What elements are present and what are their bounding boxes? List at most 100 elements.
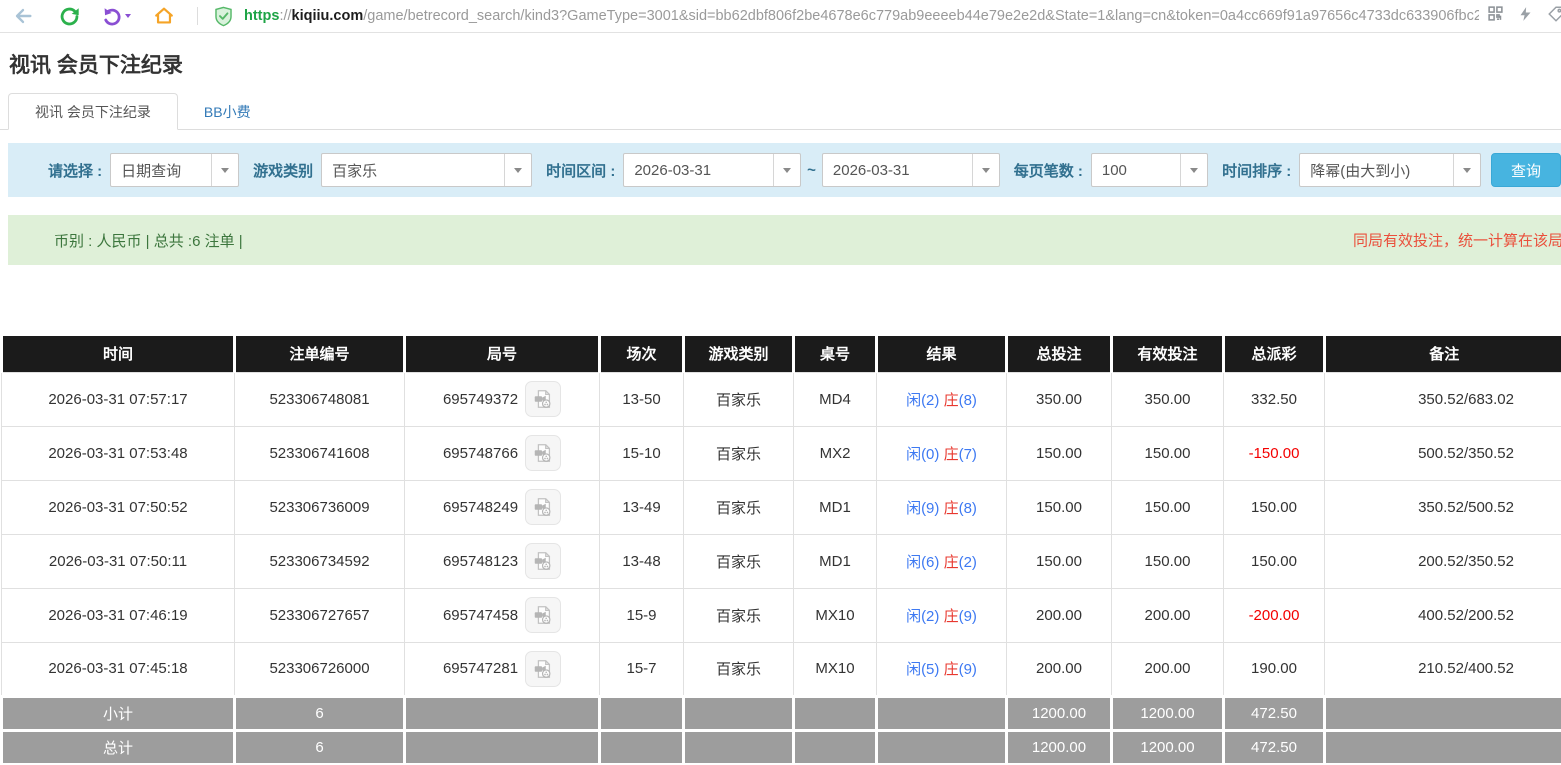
cell-round: 695748766 — [405, 426, 600, 480]
page-size-dropdown[interactable]: 100 — [1091, 153, 1208, 187]
cell-game-type: 百家乐 — [684, 642, 794, 696]
video-replay-button[interactable] — [525, 489, 561, 525]
cell-result: 闲(5) 庄(9) — [877, 642, 1007, 696]
video-replay-button[interactable] — [525, 435, 561, 471]
cell-time: 2026-03-31 07:45:18 — [2, 642, 235, 696]
summary-bar: 币别 : 人民币 | 总共 :6 注单 | 同局有效投注，统一计算在该局第 — [8, 215, 1561, 265]
cell-session: 15-7 — [600, 642, 684, 696]
cell-session: 13-49 — [600, 480, 684, 534]
cell-total-bet[interactable]: 150.00 — [1007, 534, 1112, 588]
result-player: 闲(9) — [906, 500, 939, 517]
video-file-icon — [532, 496, 554, 518]
tab-bb-tip[interactable]: BB小费 — [178, 93, 277, 130]
chevron-down-icon[interactable] — [1453, 154, 1480, 186]
result-banker-count: (7) — [959, 446, 977, 463]
search-button[interactable]: 查询 — [1491, 153, 1561, 187]
column-header: 时间 — [2, 336, 235, 372]
result-player: 闲(2) — [906, 392, 939, 409]
cell-remark: 500.52/350.52 — [1325, 426, 1561, 480]
game-type-dropdown[interactable]: 百家乐 — [321, 153, 532, 187]
page-title: 视讯 会员下注纪录 — [9, 53, 1561, 78]
url-domain: kiqiiu.com — [292, 8, 364, 24]
video-replay-button[interactable] — [525, 651, 561, 687]
cell-table-no: MX10 — [794, 588, 877, 642]
site-security-shield-icon[interactable] — [210, 4, 236, 28]
cell-game-type: 百家乐 — [684, 480, 794, 534]
cell-remark: 400.52/200.52 — [1325, 588, 1561, 642]
result-banker: 庄 — [944, 392, 959, 409]
cell-time: 2026-03-31 07:50:11 — [2, 534, 235, 588]
chevron-down-icon[interactable] — [211, 154, 238, 186]
video-replay-button[interactable] — [525, 543, 561, 579]
column-header: 总派彩 — [1224, 336, 1325, 372]
cell-payout: -150.00 — [1224, 426, 1325, 480]
result-player: 闲(2) — [906, 608, 939, 625]
cell-payout: 150.00 — [1224, 534, 1325, 588]
date-from-picker[interactable]: 2026-03-31 — [623, 153, 801, 187]
refresh-icon[interactable] — [56, 4, 82, 28]
cell-total-bet[interactable]: 200.00 — [1007, 588, 1112, 642]
back-icon[interactable] — [10, 4, 36, 28]
url-path: /game/betrecord_search/kind3?GameType=30… — [363, 8, 1479, 24]
undo-dropdown[interactable] — [102, 6, 131, 27]
tag-icon[interactable] — [1547, 5, 1561, 28]
video-file-icon — [532, 658, 554, 680]
chevron-down-icon[interactable] — [1180, 154, 1207, 186]
cell-total-bet[interactable]: 150.00 — [1007, 426, 1112, 480]
table-body: 2026-03-31 07:57:17 523306748081 6957493… — [2, 372, 1561, 696]
tab-bet-records[interactable]: 视讯 会员下注纪录 — [8, 93, 178, 130]
table-row: 2026-03-31 07:45:18 523306726000 6957472… — [2, 642, 1561, 696]
cell-total-bet[interactable]: 350.00 — [1007, 372, 1112, 426]
video-file-icon — [532, 388, 554, 410]
total-row: 总计 6 1200.00 1200.00 472.50 — [2, 730, 1561, 764]
date-to-value: 2026-03-31 — [823, 154, 972, 186]
chevron-down-icon[interactable] — [773, 154, 800, 186]
cell-remark: 350.52/500.52 — [1325, 480, 1561, 534]
cell-valid-bet: 150.00 — [1112, 426, 1224, 480]
undo-icon — [102, 6, 123, 27]
round-number: 695748123 — [443, 553, 518, 570]
round-number: 695747458 — [443, 607, 518, 624]
currency-summary-text: 币别 : 人民币 | 总共 :6 注单 | — [54, 230, 243, 251]
query-type-dropdown[interactable]: 日期查询 — [110, 153, 239, 187]
cell-round: 695747458 — [405, 588, 600, 642]
cell-valid-bet: 150.00 — [1112, 480, 1224, 534]
cell-game-type: 百家乐 — [684, 426, 794, 480]
result-banker-count: (2) — [959, 554, 977, 571]
cell-valid-bet: 200.00 — [1112, 588, 1224, 642]
table-row: 2026-03-31 07:50:11 523306734592 6957481… — [2, 534, 1561, 588]
filter-bar: 请选择 : 日期查询 游戏类别 百家乐 时间区间 : 2026-03-31 ~ … — [8, 143, 1561, 197]
column-header: 场次 — [600, 336, 684, 372]
address-bar[interactable]: https://kiqiiu.com/game/betrecord_search… — [244, 8, 1479, 24]
cell-bet-id: 523306734592 — [235, 534, 405, 588]
cell-session: 13-50 — [600, 372, 684, 426]
chevron-down-icon[interactable] — [504, 154, 531, 186]
cell-session: 13-48 — [600, 534, 684, 588]
cell-valid-bet: 150.00 — [1112, 534, 1224, 588]
date-range-tilde: ~ — [807, 162, 816, 179]
column-header: 注单编号 — [235, 336, 405, 372]
result-banker-count: (8) — [959, 500, 977, 517]
video-replay-button[interactable] — [525, 381, 561, 417]
sort-order-dropdown[interactable]: 降幂(由大到小) — [1299, 153, 1481, 187]
cell-bet-id: 523306727657 — [235, 588, 405, 642]
cell-total-bet[interactable]: 200.00 — [1007, 642, 1112, 696]
column-header: 总投注 — [1007, 336, 1112, 372]
subtotal-payout: 472.50 — [1224, 696, 1325, 730]
qr-code-icon[interactable] — [1487, 5, 1504, 27]
column-header: 桌号 — [794, 336, 877, 372]
round-number: 695749372 — [443, 391, 518, 408]
subtotal-label: 小计 — [2, 696, 235, 730]
lightning-icon[interactable] — [1518, 5, 1533, 28]
cell-result: 闲(6) 庄(2) — [877, 534, 1007, 588]
table-row: 2026-03-31 07:57:17 523306748081 6957493… — [2, 372, 1561, 426]
home-icon[interactable] — [151, 4, 177, 28]
cell-total-bet[interactable]: 150.00 — [1007, 480, 1112, 534]
chevron-down-icon[interactable] — [972, 154, 999, 186]
video-replay-button[interactable] — [525, 597, 561, 633]
cell-remark: 200.52/350.52 — [1325, 534, 1561, 588]
cell-round: 695748249 — [405, 480, 600, 534]
round-number: 695748249 — [443, 499, 518, 516]
video-file-icon — [532, 604, 554, 626]
date-to-picker[interactable]: 2026-03-31 — [822, 153, 1000, 187]
